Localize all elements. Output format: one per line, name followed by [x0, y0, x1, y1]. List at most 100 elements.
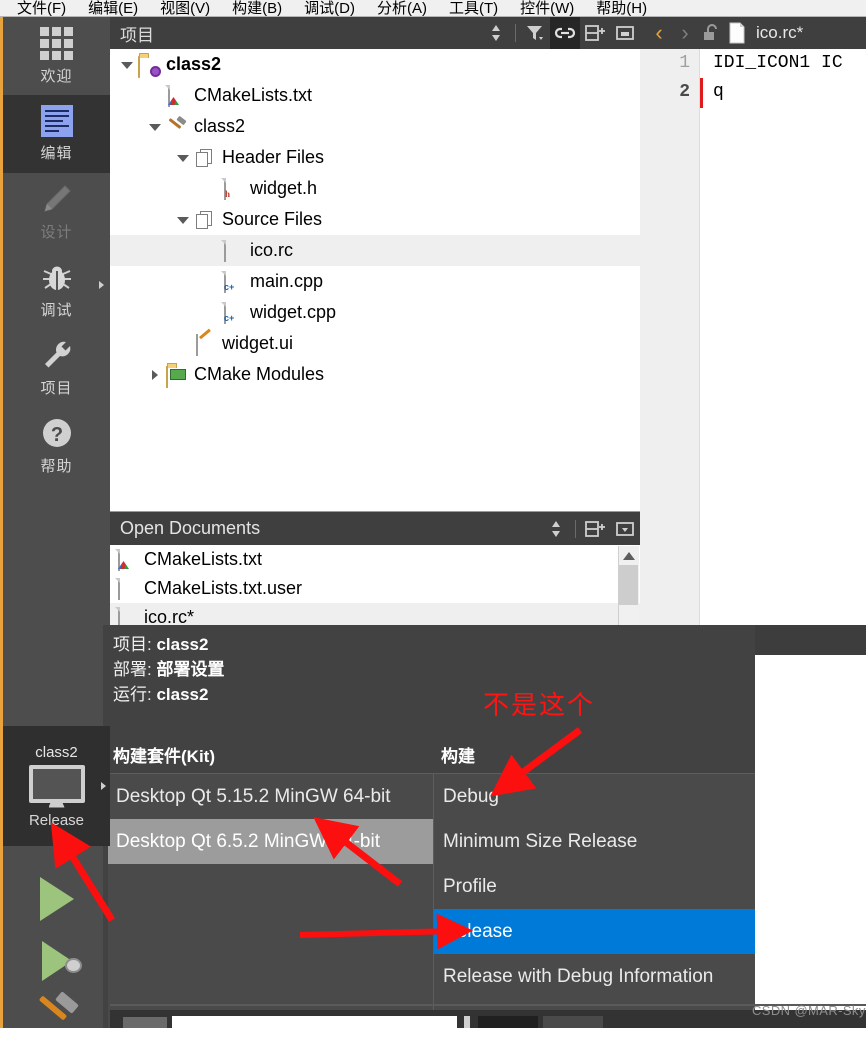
sync-updown-icon[interactable] [481, 17, 511, 49]
code-line: IDI_ICON1 IC [713, 53, 843, 73]
menu-item-analyze[interactable]: 分析(A) [366, 1, 438, 16]
plain-file-icon [222, 240, 243, 262]
tree-item-label: CMakeLists.txt [194, 85, 313, 105]
popup-info-project: 项目: class2 [113, 632, 713, 657]
tree-item-main-cpp[interactable]: c+ main.cpp [110, 266, 640, 297]
vertical-scrollbar[interactable] [618, 546, 639, 630]
kit-popup-info: 项目: class2 部署: 部署设置 运行: class2 [113, 632, 713, 707]
mode-projects[interactable]: 项目 [3, 329, 110, 407]
close-panel-icon[interactable] [610, 513, 640, 545]
tree-item-label: Source Files [222, 209, 323, 229]
filter-icon[interactable] [520, 17, 550, 49]
tree-item-cmakelists-txt[interactable]: CMakeLists.txt [110, 80, 640, 111]
open-documents-header: Open Documents [110, 512, 640, 545]
tree-item-label: main.cpp [250, 271, 324, 291]
build-button[interactable] [3, 988, 110, 1046]
tree-item-label: widget.cpp [250, 302, 337, 322]
chevron-down-icon[interactable] [176, 213, 190, 227]
run-button[interactable] [3, 870, 110, 928]
menu-item-widgets[interactable]: 控件(W) [509, 1, 585, 16]
build-config-item[interactable]: Release with Debug Information [434, 954, 755, 999]
popup-info-run-label: 运行: [113, 685, 152, 704]
navigate-forward-button[interactable]: › [672, 17, 698, 49]
build-config-item[interactable]: Minimum Size Release [434, 819, 755, 864]
tree-item-widget-ui[interactable]: widget.ui [110, 328, 640, 359]
tree-item-ico-rc[interactable]: ico.rc [110, 235, 640, 266]
build-config-list[interactable]: Debug Minimum Size Release Profile Release R… [433, 773, 755, 1028]
tree-item-class2[interactable]: class2 [110, 111, 640, 142]
hammer-icon [34, 991, 80, 1040]
menu-item-edit[interactable]: 编辑(E) [77, 1, 149, 16]
tree-item-cmake-modules[interactable]: CMake Modules [110, 359, 640, 390]
sync-updown-icon[interactable] [541, 513, 571, 545]
chevron-right-icon[interactable] [148, 368, 162, 382]
taskbar-item[interactable] [543, 1016, 603, 1028]
navigate-back-button[interactable]: ‹ [646, 17, 672, 49]
kit-selector-project: class2 [35, 743, 78, 761]
tree-item-source-files[interactable]: Source Files [110, 204, 640, 235]
kit-list-item[interactable]: Desktop Qt 5.15.2 MinGW 64-bit [108, 774, 433, 819]
kit-selector-button[interactable]: class2 Release [3, 726, 110, 846]
open-document-item[interactable]: CMakeLists.txt.user [110, 574, 640, 603]
taskbar-item[interactable] [478, 1016, 538, 1028]
tree-item-class2[interactable]: class2 [110, 49, 640, 80]
menu-item-build[interactable]: 构建(B) [221, 1, 293, 16]
toolbar-divider [515, 24, 516, 42]
open-document-item[interactable]: CMakeLists.txt [110, 545, 640, 574]
editor-line-number-gutter: 1 2 [640, 49, 700, 625]
mode-welcome[interactable]: 欢迎 [3, 17, 110, 95]
build-config-item[interactable]: Debug [434, 774, 755, 819]
taskbar-item[interactable] [464, 1016, 470, 1028]
open-documents-list[interactable]: CMakeLists.txt CMakeLists.txt.user ico.rc* [110, 545, 640, 630]
split-add-icon[interactable] [580, 513, 610, 545]
close-panel-icon[interactable] [610, 17, 640, 49]
modules-folder-icon [166, 364, 187, 388]
editor-text-area[interactable]: IDI_ICON1 IC q [701, 49, 866, 625]
menu-item-tools[interactable]: 工具(T) [438, 1, 509, 16]
bug-icon [40, 260, 74, 294]
project-tree[interactable]: class2 CMakeLists.txt class2 Header Files h w… [110, 49, 640, 512]
files-group-icon [194, 209, 215, 230]
tree-item-widget-cpp[interactable]: c+ widget.cpp [110, 297, 640, 328]
link-icon[interactable] [550, 17, 580, 49]
mode-debug[interactable]: 调试 [3, 251, 110, 329]
project-panel-header: 项目 [110, 17, 640, 49]
kit-list[interactable]: Desktop Qt 5.15.2 MinGW 64-bit Desktop Qt… [108, 773, 433, 1028]
build-config-item[interactable]: Profile [434, 864, 755, 909]
menu-item-debug[interactable]: 调试(D) [293, 1, 366, 16]
background-filler-dark [755, 625, 866, 655]
kit-list-item[interactable]: Desktop Qt 6.5.2 MinGW 64-bit [108, 819, 433, 864]
split-add-icon[interactable] [580, 17, 610, 49]
popup-info-project-label: 项目: [113, 635, 152, 654]
menu-item-file[interactable]: 文件(F) [6, 1, 77, 16]
chevron-down-icon[interactable] [176, 151, 190, 165]
scrollbar-thumb[interactable] [619, 565, 638, 605]
menu-item-view[interactable]: 视图(V) [149, 1, 221, 16]
chevron-down-icon[interactable] [148, 120, 162, 134]
build-config-item[interactable]: Release [434, 909, 755, 954]
popup-info-deploy: 部署: 部署设置 [113, 657, 713, 682]
tree-item-header-files[interactable]: Header Files [110, 142, 640, 173]
menu-item-help[interactable]: 帮助(H) [585, 1, 658, 16]
mode-design[interactable]: 设计 [3, 173, 110, 251]
cpp-file-icon: c+ [222, 302, 243, 324]
unlocked-icon[interactable] [698, 17, 724, 49]
scroll-up-icon[interactable] [619, 546, 638, 565]
mode-help[interactable]: ? 帮助 [3, 407, 110, 485]
tree-item-widget-h[interactable]: h widget.h [110, 173, 640, 204]
editor-filename: ico.rc* [756, 23, 804, 42]
bug-icon [65, 958, 82, 973]
popup-info-run: 运行: class2 [113, 682, 713, 707]
popup-info-deploy-label: 部署: [113, 660, 152, 679]
tree-item-label: widget.h [250, 178, 318, 198]
question-circle-icon: ? [40, 416, 74, 450]
debug-button[interactable] [3, 932, 110, 990]
chevron-down-icon[interactable] [120, 58, 134, 72]
taskbar-item[interactable] [123, 1017, 167, 1028]
taskbar-item[interactable] [172, 1016, 457, 1028]
popup-info-project-value: class2 [156, 635, 209, 654]
mode-edit[interactable]: 编辑 [3, 95, 110, 173]
folder-project-icon [138, 54, 161, 78]
mode-debug-label: 调试 [40, 302, 73, 319]
